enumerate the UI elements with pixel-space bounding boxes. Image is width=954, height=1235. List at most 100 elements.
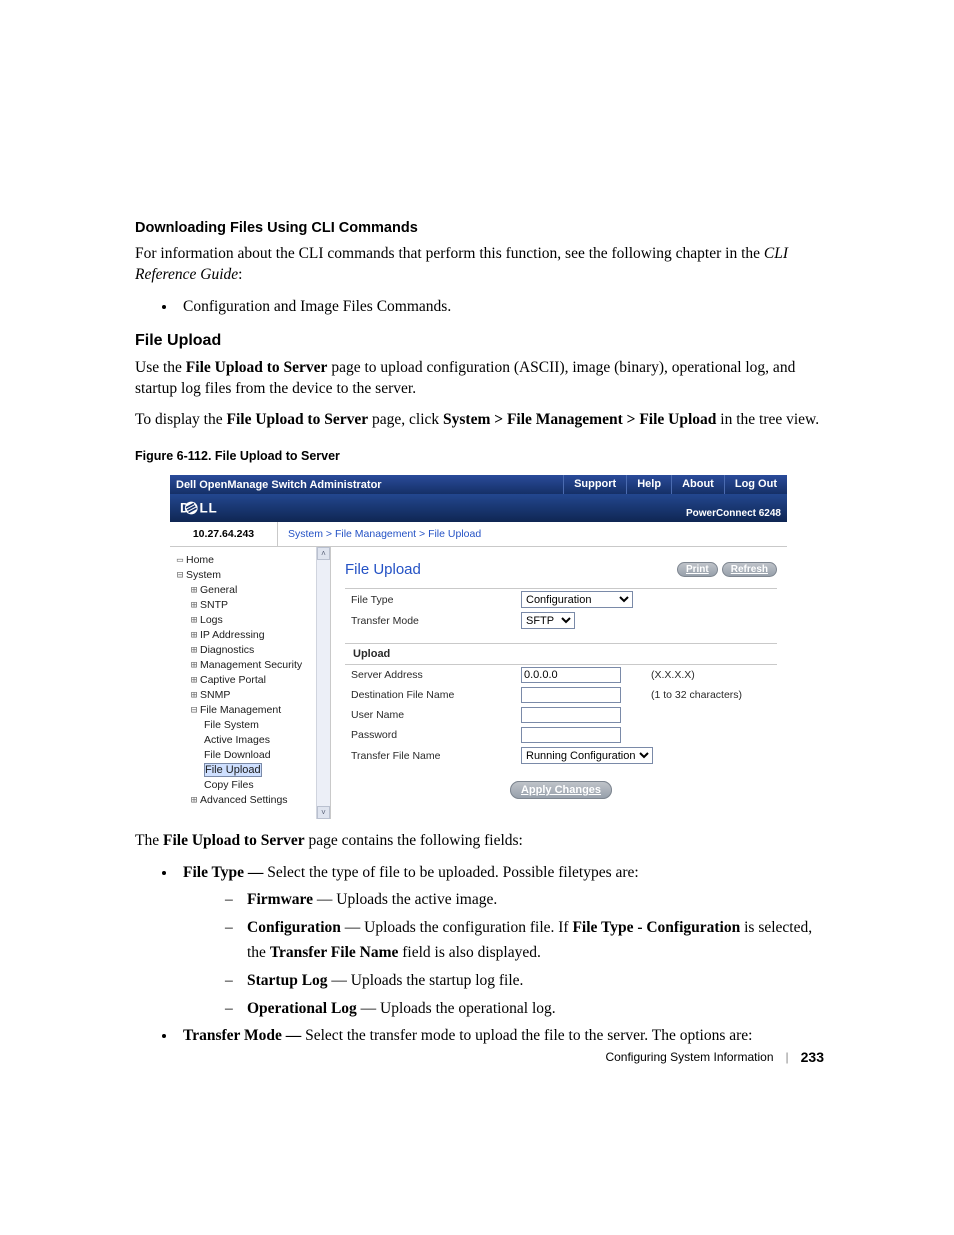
footer-section: Configuring System Information (605, 1050, 773, 1064)
chevron-down-icon: ˅ (321, 808, 326, 817)
tree-label: Management Security (200, 659, 302, 671)
tree-snmp[interactable]: ⊞SNMP (188, 688, 330, 703)
label-file-type: File Type (345, 589, 515, 610)
text-bold: Transfer Mode — (183, 1027, 305, 1044)
text-bold: Configuration (247, 919, 341, 936)
content-header: File Upload Print Refresh (345, 561, 777, 578)
ip-address: 10.27.64.243 (170, 522, 278, 546)
text: — Uploads the operational log. (357, 1000, 556, 1017)
tree-file-management[interactable]: ⊟File Management File System Active Imag… (188, 703, 330, 793)
link-logout[interactable]: Log Out (724, 475, 787, 494)
tree-label: System (186, 569, 221, 581)
link-help[interactable]: Help (626, 475, 671, 494)
plus-icon: ⊞ (188, 793, 200, 808)
scroll-down-button[interactable]: ˅ (317, 806, 330, 819)
bullet-file-type: File Type — Select the type of file to b… (177, 862, 824, 1021)
text-bold: File Upload to Server (186, 359, 328, 376)
text: — Uploads the configuration file. If (341, 919, 573, 936)
tree-sntp[interactable]: ⊞SNTP (188, 598, 330, 613)
tree-system[interactable]: ⊟System ⊞General ⊞SNTP ⊞Logs ⊞IP Address… (174, 568, 330, 808)
select-transfer-file-name[interactable]: Running Configuration (521, 747, 653, 764)
select-file-type[interactable]: Configuration (521, 591, 633, 608)
para-fu-nav: To display the File Upload to Server pag… (135, 410, 824, 431)
tree-file-download[interactable]: File Download (204, 748, 330, 763)
text: The (135, 832, 163, 849)
text-bold: Firmware (247, 891, 313, 908)
plus-icon: ⊞ (188, 673, 200, 688)
tree-ip-addressing[interactable]: ⊞IP Addressing (188, 628, 330, 643)
text: : (238, 266, 242, 283)
tree-label: Diagnostics (200, 644, 254, 656)
screenshot-file-upload: Dell OpenManage Switch Administrator Sup… (170, 475, 787, 819)
heading-downloading-cli: Downloading Files Using CLI Commands (135, 220, 824, 236)
label-server-address: Server Address (345, 665, 515, 685)
para-cli-intro: For information about the CLI commands t… (135, 244, 824, 286)
page-title: File Upload (345, 561, 673, 578)
tree-label: File Download (204, 749, 271, 761)
footer-page-number: 233 (801, 1049, 824, 1065)
dell-logo: D LL (180, 498, 240, 518)
bullet-config-image-files: Configuration and Image Files Commands. (177, 296, 824, 318)
refresh-button[interactable]: Refresh (722, 562, 777, 577)
text-bold: Operational Log (247, 1000, 357, 1017)
brand-bar: D LL PowerConnect 6248 (170, 494, 787, 522)
tree-label: SNTP (200, 599, 228, 611)
tree-active-images[interactable]: Active Images (204, 733, 330, 748)
link-support[interactable]: Support (563, 475, 626, 494)
document-page: Downloading Files Using CLI Commands For… (0, 0, 954, 1121)
tree-copy-files[interactable]: Copy Files (204, 778, 330, 793)
plus-icon: ⊞ (188, 598, 200, 613)
tree-advanced-settings[interactable]: ⊞Advanced Settings (188, 793, 330, 808)
panel-filetype: File Type Configuration Transfer Mode SF… (345, 588, 777, 631)
tree-general[interactable]: ⊞General (188, 583, 330, 598)
tree-label: File System (204, 719, 259, 731)
home-icon: ▭ (174, 553, 186, 568)
label-password: Password (345, 725, 515, 745)
input-server-address[interactable] (521, 667, 621, 683)
tree-label: Copy Files (204, 779, 254, 791)
print-button[interactable]: Print (677, 562, 718, 577)
tree-label: Logs (200, 614, 223, 626)
tree-file-system[interactable]: File System (204, 718, 330, 733)
tree-captive-portal[interactable]: ⊞Captive Portal (188, 673, 330, 688)
text: Select the type of file to be uploaded. … (267, 864, 638, 881)
tree-label: General (200, 584, 237, 596)
tree-label: IP Addressing (200, 629, 265, 641)
tree-label: Captive Portal (200, 674, 266, 686)
input-dest-file-name[interactable] (521, 687, 621, 703)
input-user-name[interactable] (521, 707, 621, 723)
tree-management-security[interactable]: ⊞Management Security (188, 658, 330, 673)
model-label: PowerConnect 6248 (686, 508, 781, 519)
dash-firmware: Firmware — Uploads the active image. (247, 888, 824, 912)
text-bold: File Type — (183, 864, 267, 881)
text-bold: File Upload to Server (163, 832, 305, 849)
label-transfer-mode: Transfer Mode (345, 610, 515, 631)
text: For information about the CLI commands t… (135, 245, 764, 262)
dash-configuration: Configuration — Uploads the configuratio… (247, 916, 824, 964)
text-bold: File Type - Configuration (572, 919, 740, 936)
input-password[interactable] (521, 727, 621, 743)
apply-row: Apply Changes (345, 778, 777, 796)
tree-label: Advanced Settings (200, 794, 288, 806)
scrollbar[interactable]: ˄ ˅ (316, 547, 330, 819)
select-transfer-mode[interactable]: SFTP (521, 612, 575, 629)
text-bold: Startup Log (247, 972, 328, 989)
plus-icon: ⊞ (188, 688, 200, 703)
text-bold: File Upload to Server (226, 411, 368, 428)
scroll-up-button[interactable]: ˄ (317, 547, 330, 560)
tree-home[interactable]: ▭Home (174, 553, 330, 568)
workspace: ▭Home ⊟System ⊞General ⊞SNTP ⊞Logs ⊞IP A… (170, 547, 787, 819)
text: page, click (368, 411, 443, 428)
text-bold: Transfer File Name (270, 944, 399, 961)
apply-changes-button[interactable]: Apply Changes (510, 781, 612, 799)
tree-file-upload[interactable]: File Upload (204, 763, 330, 778)
label-user-name: User Name (345, 705, 515, 725)
tree-diagnostics[interactable]: ⊞Diagnostics (188, 643, 330, 658)
tree-logs[interactable]: ⊞Logs (188, 613, 330, 628)
tree-label: SNMP (200, 689, 230, 701)
svg-text:LL: LL (200, 501, 218, 516)
link-about[interactable]: About (671, 475, 724, 494)
text: field is also displayed. (398, 944, 541, 961)
heading-file-upload: File Upload (135, 332, 824, 350)
text: Select the transfer mode to upload the f… (305, 1027, 752, 1044)
